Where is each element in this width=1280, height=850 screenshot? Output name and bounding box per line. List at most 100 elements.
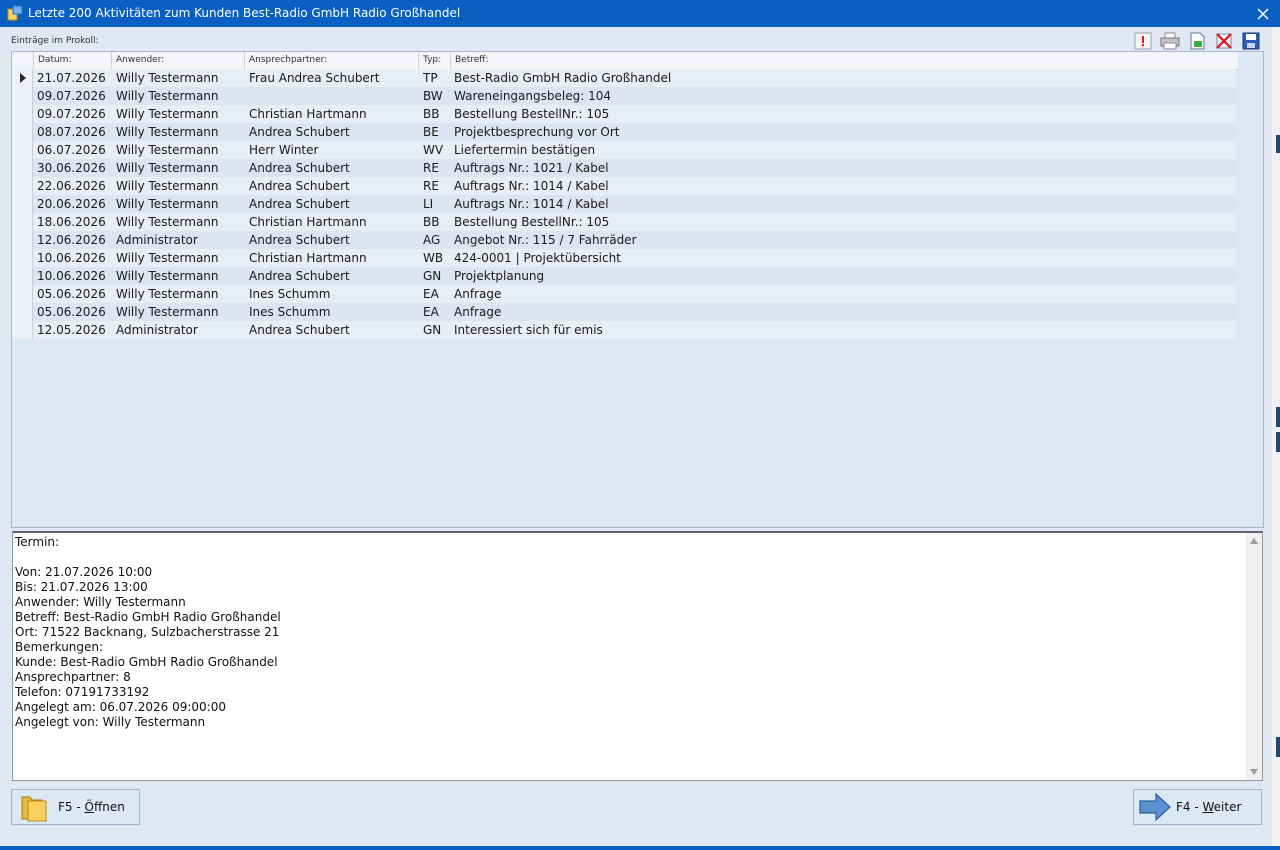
- cell-ansprechpartner: Andrea Schubert: [249, 233, 350, 247]
- header-datum[interactable]: Datum:: [34, 52, 112, 69]
- table-row[interactable]: 05.06.2026 Willy Testermann Ines Schumm EA A…: [12, 303, 1236, 321]
- row-indicator[interactable]: [12, 123, 33, 141]
- cell-typ: BE: [423, 125, 439, 139]
- table-row[interactable]: 06.07.2026 Willy Testermann Herr Winter WV L…: [12, 141, 1236, 159]
- row-indicator[interactable]: [12, 177, 33, 195]
- table-row[interactable]: 10.06.2026 Willy Testermann Christian Hart…: [12, 249, 1236, 267]
- cell-ansprechpartner: [249, 87, 419, 105]
- cell-anwender: Willy Testermann: [116, 71, 219, 85]
- cell-ansprechpartner: Christian Hartmann: [249, 107, 367, 121]
- cell-ansprechpartner: Ines Schumm: [249, 305, 331, 319]
- priority-button[interactable]: [1133, 31, 1153, 51]
- cell-betreff: Auftrags Nr.: 1021 / Kabel: [454, 161, 609, 175]
- cell-ansprechpartner: Ines Schumm: [249, 287, 331, 301]
- row-indicator[interactable]: [12, 141, 33, 159]
- table-row[interactable]: 10.06.2026 Willy Testermann Andrea Schuber…: [12, 267, 1236, 285]
- app-icon: [7, 5, 23, 21]
- cell-ansprechpartner: Andrea Schubert: [249, 323, 350, 337]
- row-indicator[interactable]: [12, 105, 33, 123]
- row-indicator[interactable]: [12, 213, 33, 231]
- cell-ansprechpartner: Andrea Schubert: [249, 125, 350, 139]
- cell-betreff: Bestellung BestellNr.: 105: [454, 215, 610, 229]
- cell-datum: 10.06.2026: [37, 251, 106, 265]
- table-row[interactable]: 05.06.2026 Willy Testermann Ines Schumm EA A…: [12, 285, 1236, 303]
- cell-datum: 21.07.2026: [37, 71, 106, 85]
- cell-datum: 09.07.2026: [37, 89, 106, 103]
- cell-ansprechpartner: Christian Hartmann: [249, 215, 367, 229]
- save-button[interactable]: [1241, 31, 1261, 51]
- table-row[interactable]: 18.06.2026 Willy Testermann Christian Hart…: [12, 213, 1236, 231]
- table-row[interactable]: 20.06.2026 Willy Testermann Andrea Schuber…: [12, 195, 1236, 213]
- window-title: Letzte 200 Aktivitäten zum Kunden Best-R…: [28, 6, 461, 20]
- table-row[interactable]: 21.07.2026 Willy Testermann Frau Andrea Sc…: [12, 69, 1236, 87]
- cell-datum: 30.06.2026: [37, 161, 106, 175]
- cell-datum: 08.07.2026: [37, 125, 106, 139]
- cell-ansprechpartner: Andrea Schubert: [249, 269, 350, 283]
- header-indicator: [12, 52, 34, 69]
- cell-datum: 10.06.2026: [37, 269, 106, 283]
- window-edge: [1272, 27, 1280, 850]
- print-icon: [1160, 32, 1180, 50]
- table-row[interactable]: 12.05.2026 Administrator Andrea Schubert GN…: [12, 321, 1236, 339]
- table-row[interactable]: 30.06.2026 Willy Testermann Andrea Schuber…: [12, 159, 1236, 177]
- row-indicator[interactable]: [12, 195, 33, 213]
- next-button[interactable]: F4 - Weiter: [1133, 789, 1262, 825]
- row-indicator[interactable]: [12, 303, 33, 321]
- cell-betreff: Projektplanung: [454, 269, 545, 283]
- row-indicator[interactable]: [12, 285, 33, 303]
- row-indicator[interactable]: [12, 159, 33, 177]
- print-button[interactable]: [1160, 31, 1180, 51]
- table-row[interactable]: 08.07.2026 Willy Testermann Andrea Schuber…: [12, 123, 1236, 141]
- cell-typ: AG: [423, 233, 441, 247]
- cell-anwender: Willy Testermann: [116, 215, 219, 229]
- cell-typ: WB: [423, 251, 444, 265]
- header-typ[interactable]: Typ:: [419, 52, 451, 69]
- detail-memo[interactable]: Termin: Von: 21.07.2026 10:00 Bis: 21.07…: [12, 531, 1263, 781]
- table-row[interactable]: 12.06.2026 Administrator Andrea Schubert AG…: [12, 231, 1236, 249]
- scroll-down-arrow-icon[interactable]: [1250, 769, 1258, 775]
- table-row[interactable]: 22.06.2026 Willy Testermann Andrea Schuber…: [12, 177, 1236, 195]
- scroll-up-arrow-icon[interactable]: [1250, 538, 1258, 544]
- row-indicator[interactable]: [12, 267, 33, 285]
- grid-header: Datum: Anwender: Ansprechpartner: Typ: B…: [12, 52, 1238, 70]
- row-indicator[interactable]: [12, 87, 33, 105]
- cell-betreff: Auftrags Nr.: 1014 / Kabel: [454, 179, 609, 193]
- cell-anwender: Willy Testermann: [116, 161, 219, 175]
- open-button[interactable]: F5 - Öffnen: [11, 789, 140, 825]
- cell-anwender: Willy Testermann: [116, 107, 219, 121]
- row-indicator[interactable]: [12, 69, 33, 87]
- cell-anwender: Willy Testermann: [116, 179, 219, 193]
- cell-ansprechpartner: Andrea Schubert: [249, 179, 350, 193]
- cell-anwender: Administrator: [116, 233, 198, 247]
- close-button[interactable]: [1246, 0, 1280, 27]
- cell-typ: BB: [423, 107, 440, 121]
- activity-grid: Datum: Anwender: Ansprechpartner: Typ: B…: [11, 51, 1264, 528]
- cell-anwender: Administrator: [116, 323, 198, 337]
- save-icon: [1242, 32, 1260, 50]
- cell-betreff: Projektbesprechung vor Ort: [454, 125, 620, 139]
- export-button[interactable]: [1187, 31, 1207, 51]
- cell-datum: 06.07.2026: [37, 143, 106, 157]
- cell-betreff: Anfrage: [454, 305, 502, 319]
- cell-typ: BW: [423, 89, 443, 103]
- header-betreff[interactable]: Betreff:: [451, 52, 1237, 69]
- row-indicator[interactable]: [12, 249, 33, 267]
- table-row[interactable]: 09.07.2026 Willy Testermann BW Wareneingang…: [12, 87, 1236, 105]
- cell-anwender: Willy Testermann: [116, 269, 219, 283]
- row-indicator[interactable]: [12, 321, 33, 339]
- window-bottom-edge: [0, 846, 1280, 850]
- close-icon: [1257, 7, 1269, 20]
- cell-anwender: Willy Testermann: [116, 287, 219, 301]
- folder-icon: [21, 796, 47, 822]
- cell-typ: LI: [423, 197, 434, 211]
- cell-datum: 12.06.2026: [37, 233, 106, 247]
- cell-datum: 20.06.2026: [37, 197, 106, 211]
- cell-typ: EA: [423, 287, 439, 301]
- toolbar: [1133, 31, 1261, 51]
- table-row[interactable]: 09.07.2026 Willy Testermann Christian Hart…: [12, 105, 1236, 123]
- header-ansprechpartner[interactable]: Ansprechpartner:: [245, 52, 419, 69]
- delete-button[interactable]: [1214, 31, 1234, 51]
- row-indicator[interactable]: [12, 231, 33, 249]
- header-anwender[interactable]: Anwender:: [112, 52, 245, 69]
- detail-scrollbar[interactable]: [1246, 533, 1262, 780]
